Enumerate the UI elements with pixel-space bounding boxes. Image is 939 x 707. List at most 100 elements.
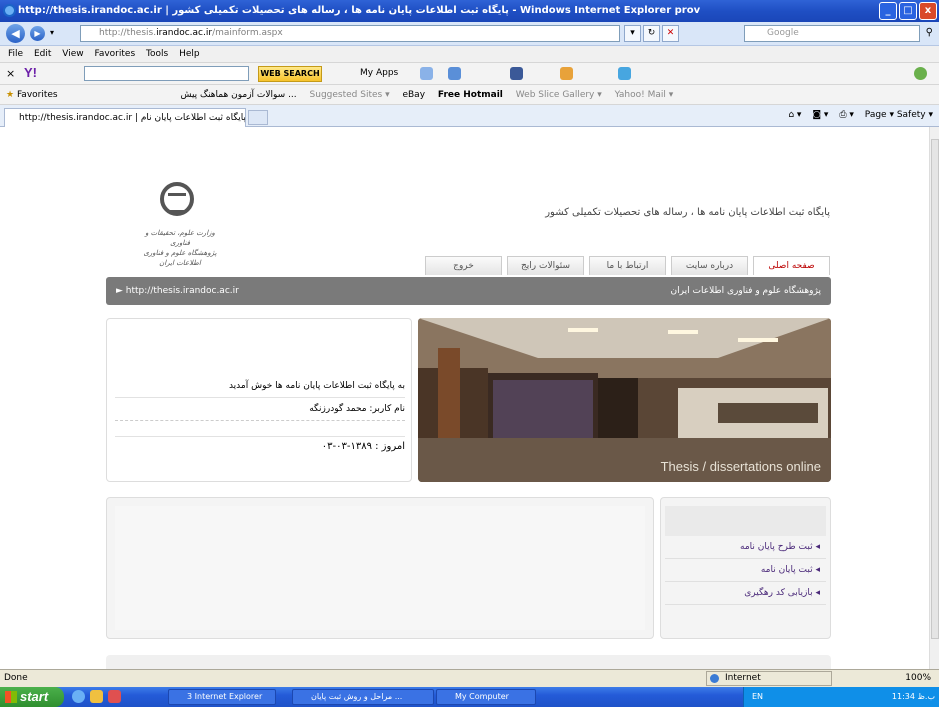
maximize-button[interactable]: □ [899, 2, 917, 20]
quicklaunch-media-icon[interactable] [108, 690, 121, 703]
navigation-bar: ◀ ▶ ▾ http://thesis.irandoc.ac.ir/mainfo… [0, 22, 939, 46]
search-icon[interactable]: ⚲ [926, 27, 933, 38]
nav-contact[interactable]: ارتباط با ما [589, 256, 666, 275]
settings-icon[interactable] [914, 67, 927, 80]
status-bar: Done Internet 100% [0, 669, 939, 687]
favorite-item[interactable]: Yahoo! Mail ▾ [615, 90, 674, 100]
links-header [665, 506, 826, 536]
tab-current[interactable]: http://thesis.irandoc.ac.ir | پایگاه ثبت… [4, 108, 246, 127]
vertical-scrollbar[interactable] [929, 127, 939, 669]
refresh-icon[interactable]: ↻ [643, 25, 660, 42]
content-box [106, 497, 654, 639]
welcome-panel: به پایگاه ثبت اطلاعات پایان نامه ها خوش … [106, 318, 412, 482]
compat-view-icon[interactable]: ▾ [624, 25, 641, 42]
toolbar-app-icon[interactable] [420, 67, 433, 80]
close-toolbar-icon[interactable]: × [6, 67, 15, 80]
footer-box [106, 655, 831, 669]
organization-name: پژوهشگاه علوم و فناوری اطلاعات ایران [670, 286, 821, 296]
library-banner: Thesis / dissertations online [418, 318, 831, 482]
security-zone[interactable]: Internet [706, 671, 832, 686]
site-url-link[interactable]: ► http://thesis.irandoc.ac.ir [116, 277, 239, 305]
start-button[interactable]: start [0, 687, 64, 707]
banner-caption: Thesis / dissertations online [660, 459, 821, 474]
favorite-item[interactable]: eBay [402, 90, 425, 100]
links-panel: ◂ ثبت طرح پایان نامه ◂ ثبت پایان نامه ◂ … [660, 497, 831, 639]
menu-favorites[interactable]: Favorites [94, 49, 135, 59]
taskbar: start 3 Internet Explorer مراحل و روش ثب… [0, 687, 939, 707]
link-register-thesis[interactable]: ◂ ثبت پایان نامه [665, 559, 826, 582]
favorite-item[interactable]: Free Hotmail [438, 90, 503, 100]
today-date: امروز : ۱۳۸۹-۰۳-۰۳ [115, 436, 405, 452]
yahoo-toolbar: × Y! WEB SEARCH My Apps [0, 63, 939, 85]
favorite-item[interactable]: Web Slice Gallery ▾ [516, 90, 602, 100]
address-suffix: /mainform.aspx [212, 28, 283, 38]
link-label: ثبت طرح پایان نامه [740, 542, 813, 552]
path-bar: ► http://thesis.irandoc.ac.ir پژوهشگاه ع… [106, 277, 831, 305]
menu-help[interactable]: Help [179, 49, 200, 59]
irandoc-logo [152, 182, 202, 222]
favorites-button[interactable]: Favorites [17, 90, 58, 100]
new-tab-button[interactable] [248, 110, 268, 125]
page-content: وزارت علوم، تحقیقات و فناوری پژوهشگاه عل… [0, 127, 929, 669]
search-input[interactable]: Google [744, 25, 920, 42]
yahoo-logo-icon[interactable]: Y! [24, 65, 37, 80]
welcome-message: به پایگاه ثبت اطلاعات پایان نامه ها خوش … [115, 381, 405, 398]
stop-icon[interactable]: ✕ [662, 25, 679, 42]
quicklaunch-ie-icon[interactable] [72, 690, 85, 703]
system-tray: EN 11:34 ب.ظ [743, 687, 939, 707]
nav-faq[interactable]: سئوالات رایج [507, 256, 584, 275]
taskbar-word-button[interactable]: مراحل و روش ثبت پایان ... [292, 689, 434, 705]
link-retrieve-code[interactable]: ◂ بازیابی کد رهگیری [665, 582, 826, 605]
address-prefix: http://thesis. [99, 28, 157, 38]
taskbar-mycomputer-button[interactable]: My Computer [436, 689, 536, 705]
link-label: ثبت پایان نامه [760, 565, 813, 575]
zoom-level[interactable]: 100% [905, 670, 931, 687]
nav-about[interactable]: درباره سایت [671, 256, 748, 275]
back-button[interactable]: ◀ [6, 24, 25, 43]
favorites-bar: ★ Favorites سوالات آزمون هماهنگ پیش ... … [0, 85, 939, 105]
library-photo [418, 318, 831, 482]
link-register-proposal[interactable]: ◂ ثبت طرح پایان نامه [665, 536, 826, 559]
close-button[interactable]: x [919, 2, 937, 20]
print-icon[interactable]: ⎙ ▾ [839, 110, 854, 120]
site-title: پایگاه ثبت اطلاعات پایان نامه ها ، رساله… [545, 207, 830, 218]
forward-button[interactable]: ▶ [30, 26, 45, 41]
title-bar: http://thesis.irandoc.ac.ir | پایگاه ثبت… [0, 0, 939, 22]
minimize-button[interactable]: _ [879, 2, 897, 20]
clock: 11:34 ب.ظ [891, 692, 935, 701]
menu-view[interactable]: View [62, 49, 83, 59]
nav-logout[interactable]: خروج [425, 256, 502, 275]
ie-window: http://thesis.irandoc.ac.ir | پایگاه ثبت… [0, 0, 939, 707]
yahoo-search-input[interactable] [84, 66, 249, 81]
taskbar-ie-button[interactable]: 3 Internet Explorer [168, 689, 276, 705]
address-bar[interactable]: http://thesis.irandoc.ac.ir/mainform.asp… [80, 25, 620, 42]
menu-bar: File Edit View Favorites Tools Help [0, 46, 939, 63]
web-search-button[interactable]: WEB SEARCH [258, 66, 322, 82]
feeds-icon[interactable]: ◙ ▾ [812, 110, 828, 120]
facebook-icon[interactable] [510, 67, 523, 80]
logo-caption-line: وزارت علوم، تحقیقات و فناوری [145, 229, 215, 247]
tab-bar: http://thesis.irandoc.ac.ir | پایگاه ثبت… [0, 105, 939, 127]
menu-edit[interactable]: Edit [34, 49, 51, 59]
history-dropdown-icon[interactable]: ▾ [50, 28, 54, 37]
menu-file[interactable]: File [8, 49, 23, 59]
main-nav: صفحه اصلی درباره سایت ارتباط با ما سئوال… [360, 256, 830, 275]
favorite-item[interactable]: سوالات آزمون هماهنگ پیش ... [180, 90, 296, 100]
user-name: نام کاربر: محمد گودرزنگه [115, 404, 405, 421]
quicklaunch-folder-icon[interactable] [90, 690, 103, 703]
weather-icon[interactable] [618, 67, 631, 80]
mail-icon[interactable] [448, 67, 461, 80]
home-icon[interactable]: ⌂ ▾ [788, 110, 801, 120]
my-apps-button[interactable]: My Apps [360, 68, 398, 78]
menu-tools[interactable]: Tools [146, 49, 168, 59]
address-domain: irandoc.ac.ir [156, 28, 213, 38]
ie-logo-icon [3, 4, 16, 17]
window-title: http://thesis.irandoc.ac.ir | پایگاه ثبت… [18, 5, 701, 16]
page-safety-menu[interactable]: Page ▾ Safety ▾ [865, 110, 933, 120]
favorite-item[interactable]: Suggested Sites ▾ [310, 90, 390, 100]
nav-home[interactable]: صفحه اصلی [753, 256, 830, 275]
language-indicator[interactable]: EN [752, 687, 763, 707]
status-text: Done [4, 673, 28, 683]
games-icon[interactable] [560, 67, 573, 80]
logo-caption-line: پژوهشگاه علوم و فناوری اطلاعات ایران [143, 249, 217, 267]
